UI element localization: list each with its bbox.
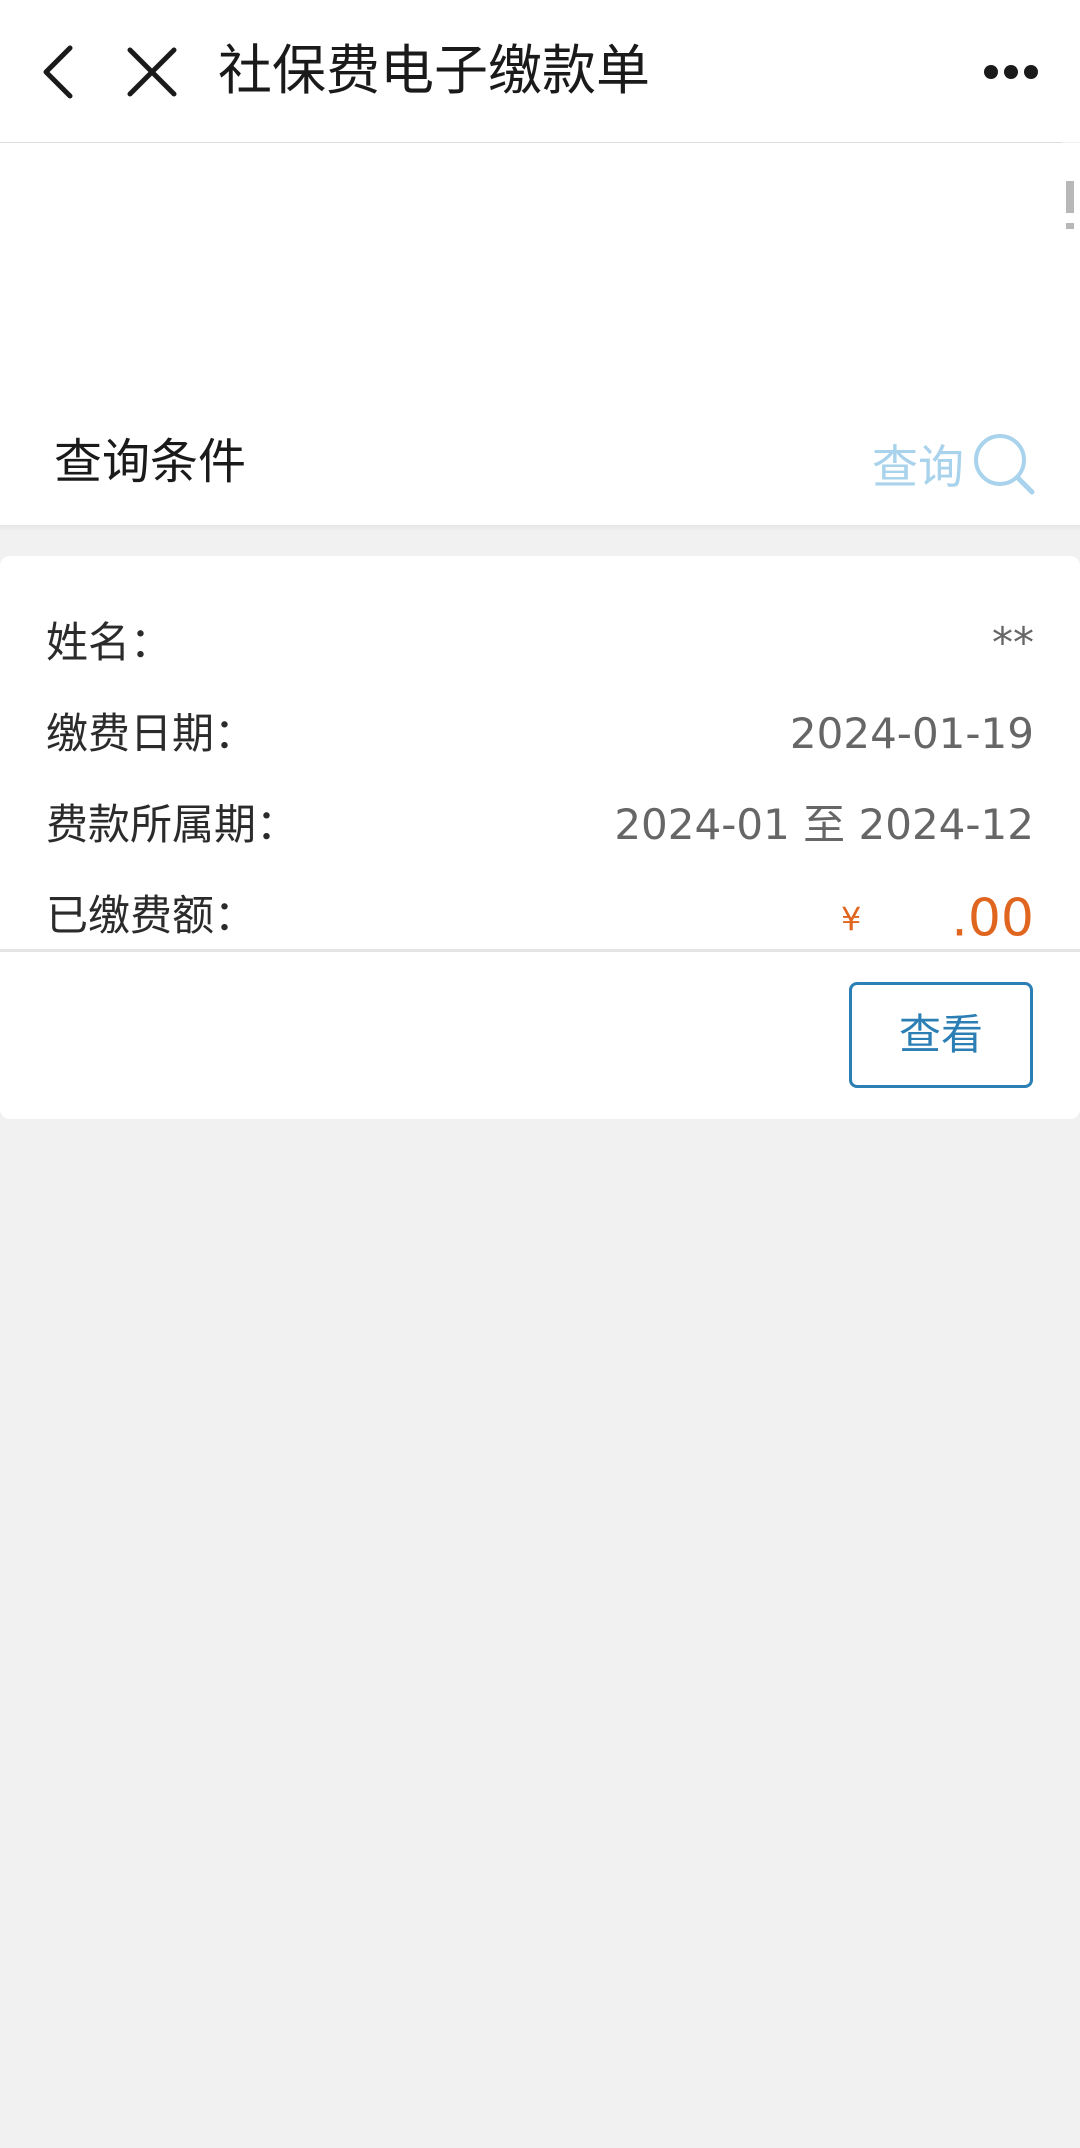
chevron-left-icon (43, 45, 73, 99)
section-divider (0, 525, 1080, 531)
payment-date-label: 缴费日期： (46, 709, 257, 758)
top-navbar: 社保费电子缴款单 (0, 0, 1080, 142)
payment-date-value: 2024-01-19 (789, 709, 1034, 758)
card-divider (0, 949, 1080, 952)
paid-amount-value: ¥ .00 (841, 881, 1034, 954)
more-dots-icon (984, 65, 1038, 79)
name-value: ** (992, 618, 1034, 667)
paid-amount-label: 已缴费额： (46, 891, 257, 940)
fee-period-label: 费款所属期： (46, 800, 299, 849)
name-row: 姓名： ** (46, 608, 1034, 678)
close-button[interactable] (116, 36, 188, 108)
edge-marker (1066, 181, 1076, 241)
query-condition-label: 查询条件 (54, 434, 247, 490)
query-button[interactable]: 查询 (872, 428, 1036, 500)
fee-period-value: 2024-01 至 2024-12 (614, 800, 1034, 849)
search-icon (974, 434, 1035, 495)
more-menu-button[interactable] (974, 36, 1048, 108)
paid-amount-row: 已缴费额： ¥ .00 (46, 881, 1034, 951)
payment-date-row: 缴费日期： 2024-01-19 (46, 699, 1034, 769)
fee-period-row: 费款所属期： 2024-01 至 2024-12 (46, 790, 1034, 860)
page-title: 社保费电子缴款单 (218, 39, 650, 102)
view-button[interactable]: 查看 (849, 982, 1033, 1088)
name-label: 姓名： (46, 618, 173, 667)
query-button-label: 查询 (872, 440, 964, 494)
back-button[interactable] (22, 36, 94, 108)
paid-amount-number: .00 (951, 888, 1034, 949)
currency-symbol: ¥ (840, 899, 862, 938)
close-icon (127, 47, 177, 97)
payment-record-card: 姓名： ** 缴费日期： 2024-01-19 费款所属期： 2024-01 至… (0, 556, 1080, 1119)
